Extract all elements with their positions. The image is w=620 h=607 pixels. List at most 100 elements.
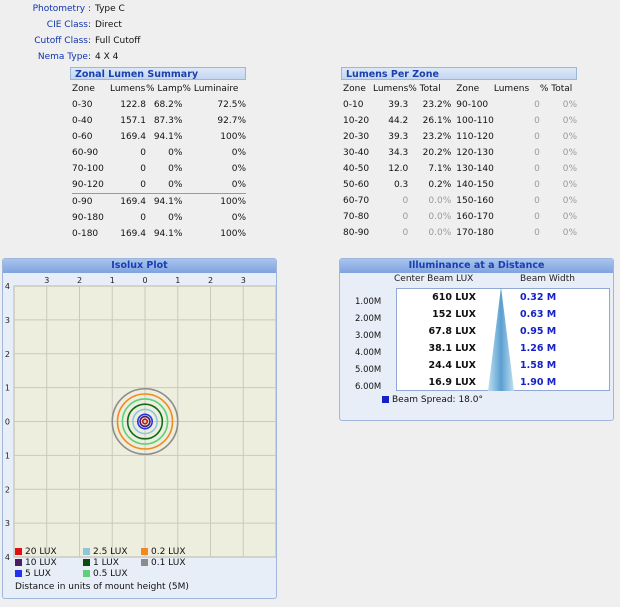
x-tick-label: 1: [110, 276, 115, 285]
meta-key: CIE Class:: [46, 20, 91, 30]
isolux-panel: Isolux Plot 3 2 1 0 1 2 3 4 3 2 1 0 1 2 3 4 20 LUX 2.5 L…: [2, 258, 277, 599]
x-tick-label: 0: [142, 276, 147, 285]
legend-label: 2.5 LUX: [93, 547, 128, 557]
cell-z1: 0-10: [343, 100, 364, 110]
col-zone-a: Zone: [343, 84, 366, 94]
cell-lum: 72.5%: [217, 100, 246, 110]
cell-lamp: 94.1%: [153, 132, 183, 142]
cell-lumens: 169.4: [120, 229, 146, 239]
cell-z1: 80-90: [343, 228, 370, 238]
cell-lumens: 0: [140, 148, 146, 158]
cell-l2: 0: [534, 132, 540, 142]
cell-l2: 0: [534, 212, 540, 222]
legend-swatch: [141, 559, 148, 566]
zonal-summary-header: Zonal Lumen Summary: [70, 67, 246, 80]
legend-label: 1 LUX: [93, 558, 119, 568]
table-row: 50-60 0.3 0.2% 140-150 0 0%: [343, 177, 577, 193]
cell-z1: 40-50: [343, 164, 370, 174]
cell-t2: 0%: [562, 196, 577, 206]
table-row: 0-30 122.8 68.2% 72.5%: [72, 97, 246, 113]
beam-width: 1.26 M: [520, 343, 557, 354]
table-row: 0-180 169.4 94.1% 100%: [72, 226, 246, 242]
table-row: 10-20 44.2 26.1% 100-110 0 0%: [343, 113, 577, 129]
col-lumens-b: Lumens: [493, 84, 530, 94]
legend-swatch: [15, 559, 22, 566]
legend-label: 0.5 LUX: [93, 569, 128, 579]
legend-label: 10 LUX: [25, 558, 57, 568]
cell-zone: 70-100: [72, 164, 104, 174]
legend-swatch: [141, 548, 148, 555]
cell-zone: 60-90: [72, 148, 99, 158]
legend-item: 2.5 LUX: [83, 547, 128, 558]
cell-l1: 0: [402, 212, 409, 222]
meta-value: 4 X 4: [95, 52, 119, 62]
cell-z2: 130-140: [456, 164, 494, 174]
col-total-a: % Total: [408, 84, 441, 94]
beam-width: 0.63 M: [520, 309, 557, 320]
cell-z1: 30-40: [343, 148, 370, 158]
beam-width: 0.32 M: [520, 292, 557, 303]
beam-width: 0.95 M: [520, 326, 557, 337]
photometry-meta: Photometry : Type C CIE Class: Direct Cutoff…: [0, 0, 200, 62]
legend-swatch: [83, 570, 90, 577]
cell-t1: 0.0%: [428, 196, 452, 206]
cell-lumens: 0: [140, 164, 146, 174]
cell-z2: 100-110: [456, 116, 494, 126]
y-tick-label: 3: [5, 316, 10, 325]
cell-lum: 92.7%: [217, 116, 246, 126]
table-row: 80-90 0 0.0% 170-180 0 0%: [343, 225, 577, 241]
distance-label: 6.00M: [355, 382, 382, 392]
x-tick-label: 3: [44, 276, 49, 285]
distance-label: 3.00M: [355, 331, 382, 341]
cell-lamp: 94.1%: [146, 193, 183, 210]
distance-label: 4.00M: [355, 348, 382, 358]
cell-l1: 12.0: [388, 164, 409, 174]
cell-z2: 170-180: [456, 228, 494, 238]
col-center-beam: Center Beam LUX: [394, 274, 474, 284]
cell-l2: 0: [534, 148, 540, 158]
table-row: 90-180 0 0% 0%: [72, 210, 246, 226]
center-beam-lux: 152 LUX: [432, 309, 476, 320]
x-tick-label: 2: [208, 276, 213, 285]
legend-label: 5 LUX: [25, 569, 51, 579]
cell-t2: 0%: [562, 148, 577, 158]
y-tick-label: 4: [5, 553, 10, 562]
cell-lumens: 0: [140, 180, 146, 190]
legend-item: 1 LUX: [83, 558, 119, 569]
legend-item: 20 LUX: [15, 547, 57, 558]
illuminance-title: Illuminance at a Distance: [340, 259, 613, 273]
cell-lumens: 169.4: [120, 132, 146, 142]
cell-lumens: 0: [140, 213, 146, 223]
cell-lum: 100%: [220, 229, 246, 239]
col-zone: Zone: [72, 84, 95, 94]
cell-lamp: 0%: [168, 213, 183, 223]
illuminance-panel: Illuminance at a Distance Center Beam LU…: [339, 258, 614, 421]
cell-l1: 39.3: [388, 100, 409, 110]
meta-key: Photometry :: [32, 4, 91, 14]
cell-l1: 44.2: [388, 116, 409, 126]
table-row: 70-100 0 0% 0%: [72, 161, 246, 177]
lumens-per-zone-header: Lumens Per Zone: [341, 67, 577, 80]
cell-t2: 0%: [562, 228, 577, 238]
isolux-title: Isolux Plot: [3, 259, 276, 273]
cell-lamp: 87.3%: [153, 116, 183, 126]
cell-t1: 26.1%: [422, 116, 452, 126]
cell-lum: 0%: [231, 180, 246, 190]
cell-lamp: 0%: [168, 180, 183, 190]
cell-t1: 7.1%: [428, 164, 452, 174]
cell-zone: 0-60: [72, 132, 93, 142]
cell-t2: 0%: [562, 212, 577, 222]
legend-swatch: [15, 570, 22, 577]
beam-width: 1.90 M: [520, 377, 557, 388]
cell-l1: 0: [402, 228, 409, 238]
center-beam-lux: 67.8 LUX: [428, 326, 477, 337]
cell-l2: 0: [534, 116, 540, 126]
cell-lumens: 157.1: [120, 116, 146, 126]
x-tick-label: 1: [175, 276, 180, 285]
cell-z2: 150-160: [456, 196, 494, 206]
table-row: 60-70 0 0.0% 150-160 0 0%: [343, 193, 577, 209]
y-tick-label: 2: [5, 485, 10, 494]
center-beam-lux: 16.9 LUX: [428, 377, 477, 388]
cell-z1: 10-20: [343, 116, 370, 126]
cell-z1: 20-30: [343, 132, 370, 142]
